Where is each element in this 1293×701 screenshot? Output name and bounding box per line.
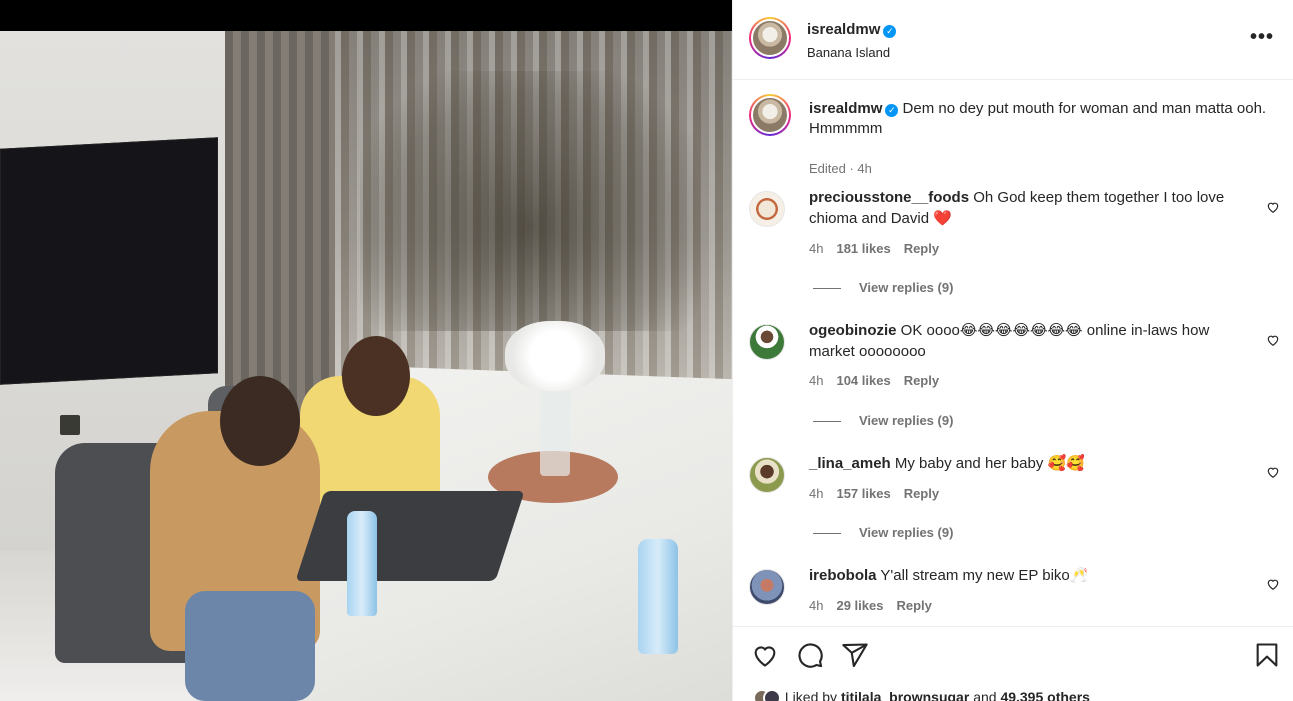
comment-time: 4h [809, 241, 824, 256]
comment-like-icon[interactable] [1266, 465, 1280, 479]
author-username[interactable]: isrealdmw [807, 21, 880, 38]
comments-scroll[interactable]: isrealdmw ✓ Dem no dey put mouth for woma… [733, 80, 1293, 626]
photo-jeans [185, 591, 315, 701]
view-replies-label: View replies (9) [859, 280, 954, 295]
comment-like-icon[interactable] [1266, 200, 1280, 214]
view-replies-label: View replies (9) [859, 525, 954, 540]
liked-by-user[interactable]: titilala_brownsugar [841, 689, 969, 701]
photo-vase [540, 386, 570, 476]
liked-by-others[interactable]: 49,395 others [1000, 689, 1090, 701]
photo-light-switch [60, 415, 80, 435]
comment-time: 4h [809, 598, 824, 613]
comment-text: ogeobinozie OK oooo😂😂😂😂😂😂😂 online in-law… [809, 320, 1249, 362]
comment-likes[interactable]: 181 likes [836, 241, 890, 256]
reply-button[interactable]: Reply [904, 373, 939, 388]
comment-like-icon[interactable] [1266, 577, 1280, 591]
photo-tray [295, 491, 525, 581]
replies-line [813, 421, 841, 423]
comment-meta: 4h 29 likes Reply [809, 598, 945, 613]
replies-line [813, 288, 841, 290]
more-options-icon[interactable]: ••• [1250, 26, 1274, 49]
post-actions-bar: Liked by titilala_brownsugar and 49,395 … [733, 626, 1293, 701]
replies-line [813, 533, 841, 535]
view-replies-button[interactable]: View replies (9) [813, 525, 953, 540]
comment-meta: 4h 157 likes Reply [809, 486, 952, 501]
caption-username[interactable]: isrealdmw [809, 100, 882, 117]
caption-text: isrealdmw ✓ Dem no dey put mouth for woma… [809, 99, 1279, 139]
caption-meta: Edited · 4h [809, 161, 872, 176]
view-replies-button[interactable]: View replies (9) [813, 280, 953, 295]
photo-man-head [220, 376, 300, 466]
post-media[interactable] [0, 0, 732, 701]
verified-icon: ✓ [883, 25, 897, 38]
view-replies-button[interactable]: View replies (9) [813, 413, 953, 428]
reply-button[interactable]: Reply [904, 486, 939, 501]
comment-like-icon[interactable] [1266, 333, 1280, 347]
caption-avatar[interactable] [749, 94, 791, 136]
comment-likes[interactable]: 157 likes [836, 486, 890, 501]
comment-username[interactable]: ogeobinozie [809, 322, 897, 339]
photo-flowers [505, 321, 605, 391]
post-photo[interactable] [0, 31, 732, 701]
author-name-row: isrealdmw ✓ [807, 21, 897, 38]
liked-by-prefix: Liked by [784, 689, 838, 701]
commenter-avatar[interactable] [749, 191, 785, 227]
comment-body: Y'all stream my new EP biko🥂 [880, 567, 1089, 584]
comment-time: 4h [809, 486, 824, 501]
commenter-avatar[interactable] [749, 457, 785, 493]
bookmark-icon[interactable] [1253, 641, 1281, 669]
photo-woman-head [342, 336, 410, 416]
heart-emoji: ❤️ [933, 210, 952, 227]
post-sidebar: isrealdmw ✓ Banana Island ••• isrealdmw ✓ … [732, 0, 1293, 701]
photo-tv [0, 137, 218, 385]
comment-text: preciousstone__foods Oh God keep them to… [809, 187, 1249, 229]
liked-by-summary: Liked by titilala_brownsugar and 49,395 … [753, 689, 1090, 701]
author-avatar[interactable] [749, 17, 791, 59]
commenter-avatar[interactable] [749, 569, 785, 605]
photo-water-bottle [347, 511, 377, 616]
share-icon[interactable] [841, 641, 869, 669]
comment-text: _lina_ameh My baby and her baby 🥰🥰 [809, 453, 1249, 474]
photo-window [360, 71, 700, 331]
liker-avatar[interactable] [763, 689, 781, 701]
comment-username[interactable]: preciousstone__foods [809, 189, 969, 206]
view-replies-label: View replies (9) [859, 413, 954, 428]
comment-likes[interactable]: 104 likes [836, 373, 890, 388]
comment-icon[interactable] [796, 641, 824, 669]
heart-icon[interactable] [751, 641, 779, 669]
comment-meta: 4h 104 likes Reply [809, 373, 952, 388]
comment-text: irebobola Y'all stream my new EP biko🥂 [809, 565, 1249, 586]
liked-by-and: and [973, 689, 997, 701]
comment-likes[interactable]: 29 likes [836, 598, 883, 613]
comment-meta: 4h 181 likes Reply [809, 241, 952, 256]
verified-icon: ✓ [885, 104, 899, 117]
photo-water-bottle [638, 539, 678, 654]
comment-body: My baby and her baby 🥰🥰 [894, 455, 1085, 472]
reply-button[interactable]: Reply [904, 241, 939, 256]
comment-username[interactable]: _lina_ameh [809, 455, 891, 472]
post-location[interactable]: Banana Island [807, 45, 890, 60]
reply-button[interactable]: Reply [896, 598, 931, 613]
photo-curtain-dark [225, 31, 335, 421]
comment-username[interactable]: irebobola [809, 567, 877, 584]
comment-time: 4h [809, 373, 824, 388]
post-header: isrealdmw ✓ Banana Island ••• [733, 0, 1293, 80]
commenter-avatar[interactable] [749, 324, 785, 360]
